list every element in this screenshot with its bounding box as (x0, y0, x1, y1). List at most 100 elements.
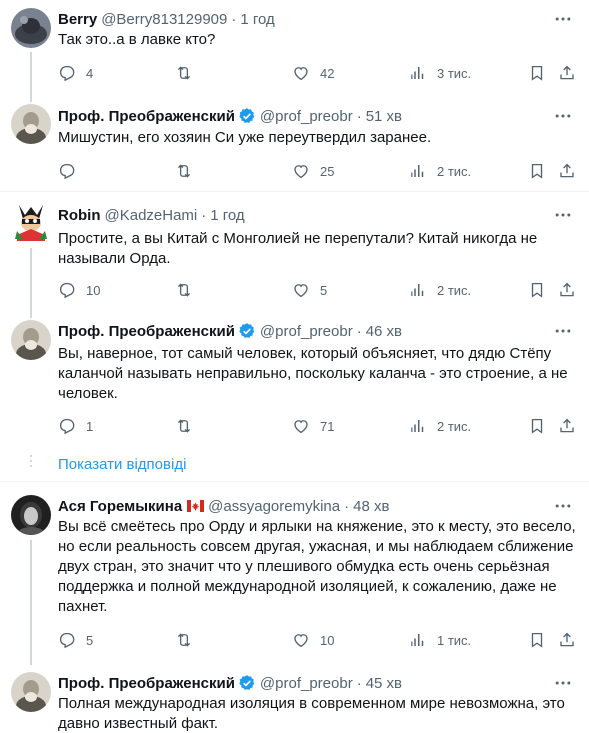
timestamp[interactable]: 1 год (210, 207, 244, 224)
views-count: 2 тис. (437, 418, 472, 434)
share-icon (558, 64, 576, 82)
views-button[interactable]: 2 тис. (409, 416, 471, 436)
tweet-header: Robin @KadzeHami · 1 год (58, 205, 245, 225)
share-icon (558, 417, 576, 435)
tweet-prof-1[interactable]: Проф. Преображенский @prof_preobr · 51 х… (0, 100, 589, 188)
tweet-asya[interactable]: Ася Горемыкина @assyagoremykina · 48 хв … (0, 482, 589, 665)
timestamp[interactable]: 48 хв (353, 498, 389, 515)
like-button[interactable]: 10 (292, 630, 334, 650)
handle[interactable]: @prof_preobr (260, 323, 353, 340)
show-replies-link[interactable]: Показати відповіді (58, 456, 186, 473)
avatar[interactable] (11, 320, 51, 360)
tweet-text: Вы, наверное, тот самый человек, который… (58, 344, 578, 404)
retweet-button[interactable] (175, 63, 193, 83)
display-name[interactable]: Проф. Преображенский (58, 675, 235, 692)
reply-button[interactable]: 4 (58, 63, 93, 83)
views-button[interactable]: 1 тис. (409, 630, 471, 650)
handle[interactable]: @assyagoremykina (208, 498, 340, 515)
reply-button[interactable]: 5 (58, 630, 93, 650)
display-name[interactable]: Berry (58, 11, 97, 28)
reply-icon (58, 64, 76, 82)
like-count: 42 (320, 65, 335, 81)
avatar[interactable] (11, 495, 51, 535)
timestamp[interactable]: 1 год (240, 11, 274, 28)
retweet-icon (175, 64, 193, 82)
reply-icon (58, 281, 76, 299)
tweet-prof-3[interactable]: Проф. Преображенский @prof_preobr · 45 х… (0, 668, 589, 733)
bookmark-icon (528, 417, 546, 435)
tweet-text-line: поддержка и полной международной изоляци… (58, 578, 557, 595)
reply-button[interactable] (58, 161, 76, 181)
views-icon (409, 631, 427, 649)
tweet-header: Проф. Преображенский @prof_preobr · 46 х… (58, 321, 402, 341)
timestamp[interactable]: 51 хв (366, 108, 402, 125)
heart-icon (292, 417, 310, 435)
tweet-robin[interactable]: Robin @KadzeHami · 1 год Простите, а вы … (0, 192, 589, 318)
handle[interactable]: @KadzeHami (105, 207, 198, 224)
avatar[interactable] (11, 8, 51, 48)
views-icon (409, 162, 427, 180)
like-button[interactable]: 42 (292, 63, 334, 83)
avatar[interactable] (11, 104, 51, 144)
separator-dot: · (201, 206, 207, 224)
handle[interactable]: @prof_preobr (260, 108, 353, 125)
timestamp[interactable]: 46 хв (366, 323, 402, 340)
retweet-button[interactable] (175, 416, 193, 436)
more-icon[interactable] (553, 673, 573, 693)
avatar[interactable] (11, 672, 51, 712)
more-icon[interactable] (553, 321, 573, 341)
tweet-header: Проф. Преображенский @prof_preobr · 45 х… (58, 673, 402, 693)
bookmark-icon (528, 631, 546, 649)
share-button[interactable] (558, 416, 576, 436)
verified-badge-icon (238, 322, 256, 340)
like-button[interactable]: 25 (292, 161, 334, 181)
retweet-button[interactable] (175, 280, 193, 300)
share-button[interactable] (558, 63, 576, 83)
reply-icon (58, 162, 76, 180)
tweet-text-line: Вы всё смеётесь про Орду и ярлыки на кня… (58, 518, 576, 535)
verified-badge-icon (238, 107, 256, 125)
views-count: 2 тис. (437, 282, 472, 298)
tweet-text: Простите, а вы Китай с Монголией не пере… (58, 229, 578, 269)
retweet-button[interactable] (175, 630, 193, 650)
tweet-text-line: Полная международная изоляция в современ… (58, 695, 565, 712)
display-name[interactable]: Ася Горемыкина (58, 498, 182, 515)
bookmark-button[interactable] (528, 161, 546, 181)
reply-count: 10 (86, 282, 101, 298)
like-button[interactable]: 5 (292, 280, 327, 300)
more-icon[interactable] (553, 496, 573, 516)
display-name[interactable]: Robin (58, 207, 101, 224)
like-button[interactable]: 71 (292, 416, 334, 436)
bookmark-button[interactable] (528, 280, 546, 300)
display-name[interactable]: Проф. Преображенский (58, 323, 235, 340)
handle[interactable]: @Berry813129909 (101, 11, 227, 28)
tweet-text-line: каланчой называть неправильно, поскольку… (58, 365, 568, 382)
reply-button[interactable]: 10 (58, 280, 100, 300)
retweet-icon (175, 631, 193, 649)
display-name[interactable]: Проф. Преображенский (58, 108, 235, 125)
views-button[interactable]: 2 тис. (409, 280, 471, 300)
tweet-header: Проф. Преображенский @prof_preobr · 51 х… (58, 106, 402, 126)
action-bar: 10 5 2 тис. (58, 280, 578, 300)
avatar[interactable] (11, 201, 51, 241)
handle[interactable]: @prof_preobr (260, 675, 353, 692)
bookmark-button[interactable] (528, 630, 546, 650)
tweet-text: Мишустин, его хозяин Си уже переутвердил… (58, 129, 432, 146)
views-button[interactable]: 3 тис. (409, 63, 471, 83)
views-button[interactable]: 2 тис. (409, 161, 471, 181)
timestamp[interactable]: 45 хв (366, 675, 402, 692)
more-icon[interactable] (553, 9, 573, 29)
share-button[interactable] (558, 630, 576, 650)
reply-button[interactable]: 1 (58, 416, 93, 436)
more-icon[interactable] (553, 106, 573, 126)
bookmark-button[interactable] (528, 63, 546, 83)
share-button[interactable] (558, 161, 576, 181)
more-icon[interactable] (553, 205, 573, 225)
share-button[interactable] (558, 280, 576, 300)
like-count: 5 (320, 282, 328, 298)
tweet-berry[interactable]: Berry @Berry813129909 · 1 год Так это..а… (0, 0, 589, 102)
bookmark-icon (528, 64, 546, 82)
bookmark-button[interactable] (528, 416, 546, 436)
tweet-prof-2[interactable]: Проф. Преображенский @prof_preobr · 46 х… (0, 316, 589, 444)
retweet-button[interactable] (175, 161, 193, 181)
